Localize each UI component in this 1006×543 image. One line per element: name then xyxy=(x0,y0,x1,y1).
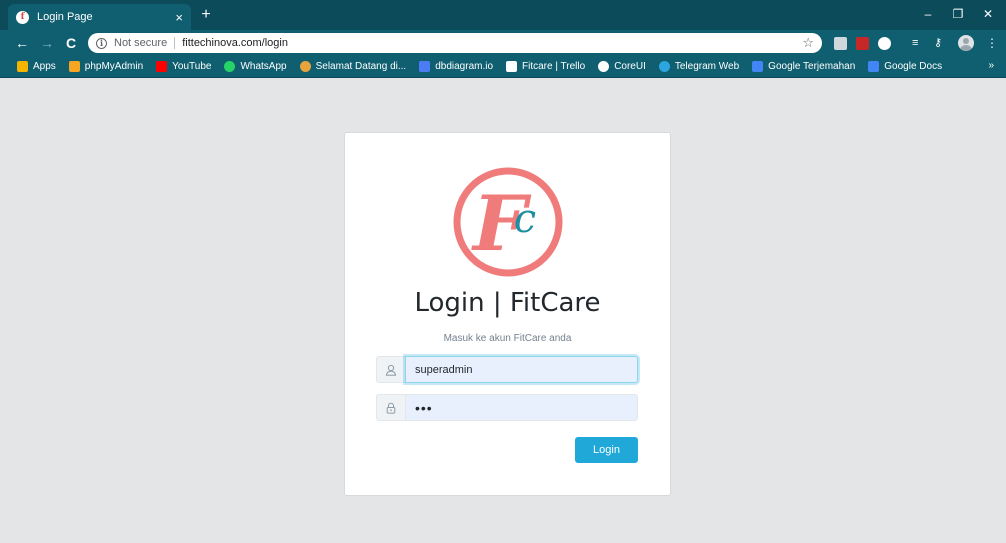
minimize-button[interactable]: – xyxy=(918,5,938,23)
bookmark-label: WhatsApp xyxy=(240,61,287,72)
tab-login-page[interactable]: f Login Page × xyxy=(8,4,191,30)
google-translate-icon xyxy=(752,61,764,72)
password-input[interactable] xyxy=(405,394,638,421)
reload-icon[interactable]: C xyxy=(61,33,81,53)
telegram-icon xyxy=(658,61,670,72)
bookmark-label: phpMyAdmin xyxy=(84,61,144,72)
login-subtitle: Masuk ke akun FitCare anda xyxy=(443,333,572,344)
bookmark-label: Selamat Datang di... xyxy=(315,61,407,72)
bookmark-label: CoreUI xyxy=(614,61,646,72)
page-title: Login | FitCare xyxy=(414,288,601,318)
bookmark-label: Apps xyxy=(33,61,56,72)
tab-strip: f Login Page × + – ❐ ✕ xyxy=(0,0,1006,30)
bookmark-item[interactable]: Google Terjemahan xyxy=(752,61,855,72)
info-icon[interactable]: i xyxy=(96,37,107,49)
password-key-icon[interactable]: ⚷ xyxy=(934,37,947,50)
bookmark-label: Google Docs xyxy=(884,61,943,72)
restore-button[interactable]: ❐ xyxy=(948,5,968,23)
bookmarks-bar: Apps phpMyAdmin YouTube WhatsApp Selamat… xyxy=(0,56,1006,78)
user-icon xyxy=(376,356,405,383)
bookmark-item[interactable]: Telegram Web xyxy=(658,61,740,72)
selamat-datang-icon xyxy=(299,61,311,72)
bookmark-label: dbdiagram.io xyxy=(435,61,494,72)
url-separator xyxy=(174,37,176,49)
apps-grid-icon xyxy=(17,61,28,72)
new-tab-button[interactable]: + xyxy=(197,6,215,24)
address-bar[interactable]: i Not secure fittechinova.com/login ☆ xyxy=(88,33,822,53)
whatsapp-icon xyxy=(224,61,236,72)
bookmark-item[interactable]: phpMyAdmin xyxy=(68,61,144,72)
bookmark-item[interactable]: Selamat Datang di... xyxy=(299,61,407,72)
tab-title: Login Page xyxy=(37,11,93,23)
menu-icon[interactable]: ⋮ xyxy=(982,33,1002,53)
browser-toolbar: ← → C i Not secure fittechinova.com/logi… xyxy=(0,30,1006,56)
bookmark-item[interactable]: WhatsApp xyxy=(224,61,287,72)
phpmyadmin-icon xyxy=(68,61,80,72)
login-card: F c Login | FitCare Masuk ke akun FitCar… xyxy=(344,132,671,496)
trello-icon xyxy=(506,61,518,72)
tab-close-icon[interactable]: × xyxy=(175,11,183,24)
bookmark-label: Fitcare | Trello xyxy=(522,61,586,72)
coreui-icon xyxy=(598,61,610,72)
security-label: Not secure xyxy=(114,37,168,49)
username-input[interactable] xyxy=(405,356,638,383)
back-icon[interactable]: ← xyxy=(12,33,32,53)
fitcare-favicon-icon: f xyxy=(16,10,29,24)
close-window-button[interactable]: ✕ xyxy=(978,5,998,23)
password-field-group xyxy=(376,394,638,421)
extension-pdf-icon[interactable] xyxy=(856,37,869,50)
bookmark-label: Google Terjemahan xyxy=(768,61,856,72)
bookmark-item[interactable]: Google Docs xyxy=(868,61,942,72)
bookmark-item[interactable]: dbdiagram.io xyxy=(419,61,493,72)
bookmark-label: Telegram Web xyxy=(674,61,740,72)
google-docs-icon xyxy=(868,61,880,72)
lock-icon xyxy=(376,394,405,421)
fitcare-logo: F c xyxy=(453,167,563,277)
url-text[interactable]: fittechinova.com/login xyxy=(182,37,802,49)
extension-circle-icon[interactable] xyxy=(878,37,891,50)
reading-list-icon[interactable]: ≡ xyxy=(912,37,925,50)
youtube-icon xyxy=(156,61,168,72)
username-field-group xyxy=(376,356,638,383)
profile-avatar[interactable] xyxy=(958,35,974,51)
bookmark-item[interactable]: Apps xyxy=(17,61,56,72)
logo-letter-c: c xyxy=(514,196,536,242)
forward-icon[interactable]: → xyxy=(37,33,57,53)
bookmark-item[interactable]: Fitcare | Trello xyxy=(506,61,585,72)
extension-mail-icon[interactable] xyxy=(834,37,847,50)
bookmark-star-icon[interactable]: ☆ xyxy=(802,35,814,51)
bookmarks-overflow-button[interactable]: » xyxy=(988,60,994,71)
bookmark-label: YouTube xyxy=(172,61,212,72)
bookmark-item[interactable]: CoreUI xyxy=(598,61,646,72)
dbdiagram-icon xyxy=(419,61,431,72)
page-viewport: F c Login | FitCare Masuk ke akun FitCar… xyxy=(7,78,999,543)
login-button[interactable]: Login xyxy=(575,437,638,463)
bookmark-item[interactable]: YouTube xyxy=(156,61,211,72)
